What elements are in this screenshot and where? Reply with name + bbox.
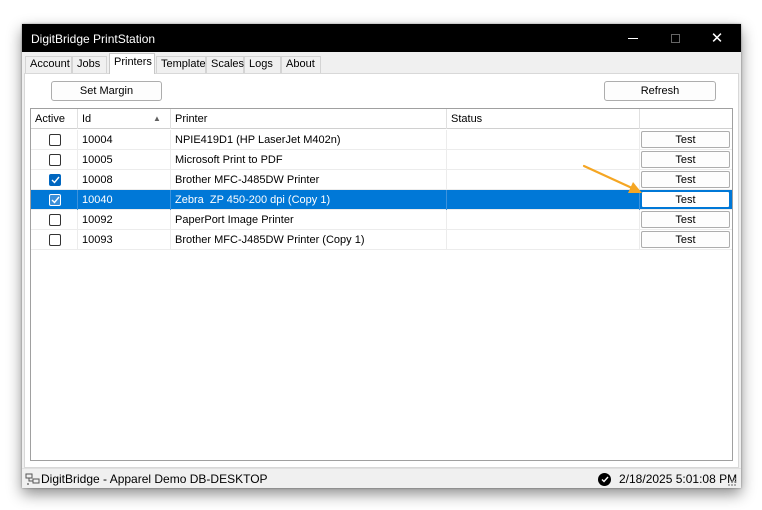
tab-printers[interactable]: Printers (109, 53, 155, 74)
active-cell (31, 230, 78, 250)
printer-cell: Brother MFC-J485DW Printer (Copy 1) (171, 230, 447, 250)
test-button[interactable]: Test (641, 231, 730, 248)
tab-scales[interactable]: Scales (206, 56, 244, 73)
active-cell (31, 210, 78, 230)
test-button[interactable]: Test (641, 191, 730, 208)
active-checkbox[interactable] (49, 234, 61, 246)
active-cell (31, 170, 78, 190)
active-cell (31, 130, 78, 150)
printer-cell: Brother MFC-J485DW Printer (171, 170, 447, 190)
id-cell: 10004 (78, 130, 171, 150)
id-cell: 10005 (78, 150, 171, 170)
test-button[interactable]: Test (641, 211, 730, 228)
test-button[interactable]: Test (641, 171, 730, 188)
status-bar: DigitBridge - Apparel Demo DB-DESKTOP 2/… (22, 468, 741, 488)
status-datetime: 2/18/2025 5:01:08 PM (619, 472, 738, 486)
maximize-icon (670, 33, 680, 43)
connected-check-icon (598, 473, 611, 486)
active-cell (31, 150, 78, 170)
check-icon (51, 196, 60, 204)
column-header-action (640, 109, 732, 129)
id-cell: 10008 (78, 170, 171, 190)
tab-template[interactable]: Template (156, 56, 206, 73)
network-icon (25, 473, 40, 485)
tab-logs[interactable]: Logs (244, 56, 281, 73)
close-button[interactable]: ✕ (696, 24, 738, 52)
status-cell (447, 210, 640, 230)
maximize-button[interactable] (654, 24, 696, 52)
id-cell: 10092 (78, 210, 171, 230)
printer-cell: PaperPort Image Printer (171, 210, 447, 230)
app-window: DigitBridge PrintStation ✕ Account Jobs … (22, 24, 741, 488)
close-icon: ✕ (710, 28, 724, 47)
grid-header: Active Id ▲ Printer Status (31, 109, 732, 129)
set-margin-button[interactable]: Set Margin (51, 81, 162, 101)
tab-account[interactable]: Account (25, 56, 72, 73)
table-row[interactable]: 10004 NPIE419D1 (HP LaserJet M402n) Test (31, 130, 732, 150)
minimize-button[interactable] (612, 24, 654, 52)
printer-cell: NPIE419D1 (HP LaserJet M402n) (171, 130, 447, 150)
active-checkbox[interactable] (49, 134, 61, 146)
active-cell (31, 190, 78, 210)
id-cell: 10040 (78, 190, 171, 210)
printer-cell: Zebra ZP 450-200 dpi (Copy 1) (171, 190, 447, 210)
status-connection-text: DigitBridge - Apparel Demo DB-DESKTOP (41, 472, 268, 486)
tab-strip: Account Jobs Printers Template Scales Lo… (22, 52, 741, 74)
check-icon (51, 176, 60, 184)
printers-tab-page: Set Margin Refresh Active Id ▲ Printer S… (24, 73, 739, 468)
test-button[interactable]: Test (641, 131, 730, 148)
active-checkbox[interactable] (49, 174, 61, 186)
active-checkbox[interactable] (49, 194, 61, 206)
table-row[interactable]: 10093 Brother MFC-J485DW Printer (Copy 1… (31, 230, 732, 250)
status-cell (447, 130, 640, 150)
column-header-printer[interactable]: Printer (171, 109, 447, 129)
resize-grip-icon[interactable] (727, 477, 737, 487)
column-header-active[interactable]: Active (31, 109, 78, 129)
window-title: DigitBridge PrintStation (31, 32, 156, 46)
tab-about[interactable]: About (281, 56, 321, 73)
active-checkbox[interactable] (49, 214, 61, 226)
table-row[interactable]: 10092 PaperPort Image Printer Test (31, 210, 732, 230)
status-cell (447, 230, 640, 250)
refresh-button[interactable]: Refresh (604, 81, 716, 101)
column-header-status[interactable]: Status (447, 109, 640, 129)
sort-ascending-icon: ▲ (153, 114, 161, 123)
id-cell: 10093 (78, 230, 171, 250)
active-checkbox[interactable] (49, 154, 61, 166)
minimize-icon (628, 37, 638, 39)
annotation-arrow-icon (582, 164, 642, 193)
tab-jobs[interactable]: Jobs (72, 56, 107, 73)
test-button[interactable]: Test (641, 151, 730, 168)
title-bar[interactable]: DigitBridge PrintStation ✕ (22, 24, 741, 52)
printer-cell: Microsoft Print to PDF (171, 150, 447, 170)
